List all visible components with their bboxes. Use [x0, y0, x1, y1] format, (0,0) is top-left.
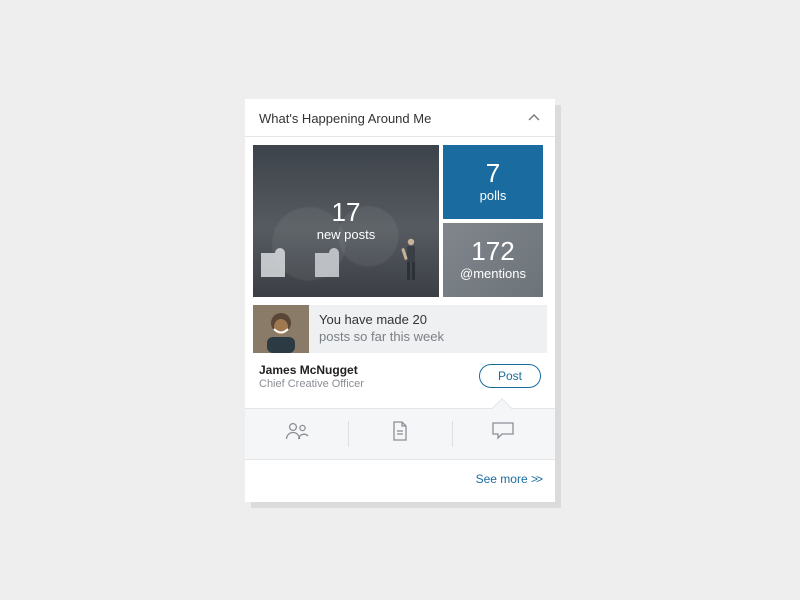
summary-line-2: posts so far this week	[319, 328, 444, 346]
card-title: What's Happening Around Me	[259, 111, 431, 126]
see-more-link[interactable]: See more >>	[476, 472, 541, 486]
summary-line-1: You have made 20	[319, 311, 444, 329]
card-footer: See more >>	[245, 460, 555, 502]
tile-new-posts[interactable]: 17 new posts	[253, 145, 439, 297]
double-chevron-right-icon: >>	[530, 472, 541, 486]
tile-mentions[interactable]: 172 @mentions	[443, 223, 543, 297]
chevron-up-icon[interactable]	[527, 111, 541, 125]
new-posts-count: 17	[317, 199, 376, 225]
stats-tiles: 17 new posts 7 polls 172 @mentions	[245, 137, 555, 305]
author-name: James McNugget	[259, 363, 364, 377]
tile-polls[interactable]: 7 polls	[443, 145, 543, 219]
author-title: Chief Creative Officer	[259, 378, 364, 390]
new-posts-label: new posts	[317, 227, 376, 242]
chat-icon	[491, 421, 515, 446]
author-row: James McNugget Chief Creative Officer Po…	[245, 353, 555, 408]
puzzle-pieces-icon	[259, 243, 363, 287]
tab-documents[interactable]	[348, 409, 451, 459]
post-button[interactable]: Post	[479, 364, 541, 388]
tabbar	[245, 408, 555, 460]
happening-card: What's Happening Around Me	[245, 99, 555, 502]
card-header[interactable]: What's Happening Around Me	[245, 99, 555, 137]
see-more-label: See more	[476, 472, 528, 486]
tab-chat[interactable]	[452, 409, 555, 459]
document-icon	[390, 420, 410, 447]
mentions-label: @mentions	[460, 266, 526, 281]
avatar	[253, 305, 309, 353]
weekly-summary: You have made 20 posts so far this week	[253, 305, 547, 353]
polls-label: polls	[480, 188, 507, 203]
polls-count: 7	[486, 160, 500, 186]
person-illustration	[401, 237, 421, 283]
people-icon	[284, 421, 310, 446]
tab-people[interactable]	[245, 409, 348, 459]
mentions-count: 172	[460, 238, 526, 264]
